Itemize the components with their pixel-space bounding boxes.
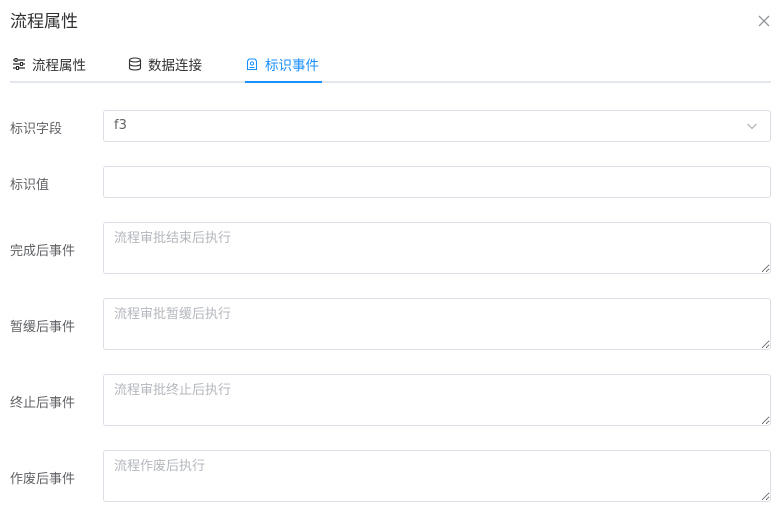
- tab-label: 数据连接: [148, 57, 202, 74]
- after-terminate-textarea[interactable]: [103, 374, 771, 426]
- after-void-textarea[interactable]: [103, 450, 771, 502]
- form-row-after-suspend: 暂缓后事件: [10, 298, 771, 350]
- form-row-flag-field: 标识字段 f3: [10, 110, 771, 142]
- chevron-down-icon: [747, 123, 757, 130]
- database-icon: [128, 56, 142, 71]
- form-row-after-complete: 完成后事件: [10, 222, 771, 274]
- flag-value-label: 标识值: [10, 178, 50, 193]
- tag-icon: [246, 57, 258, 70]
- flag-value-input[interactable]: [103, 166, 771, 198]
- tab-label: 标识事件: [265, 57, 319, 74]
- tab-label: 流程属性: [32, 57, 86, 74]
- form-row-after-terminate: 终止后事件: [10, 374, 771, 426]
- active-tab-indicator: [245, 81, 322, 83]
- form-row-flag-value: 标识值: [10, 166, 771, 198]
- flag-field-label: 标识字段: [10, 122, 63, 137]
- after-complete-textarea[interactable]: [103, 222, 771, 274]
- tab-process-properties[interactable]: 流程属性: [12, 46, 86, 81]
- form-row-after-void: 作废后事件: [10, 450, 771, 502]
- close-icon[interactable]: [757, 14, 771, 28]
- tab-data-connection[interactable]: 数据连接: [128, 46, 202, 81]
- flag-field-select[interactable]: f3: [103, 110, 771, 142]
- flag-field-value: f3: [114, 118, 127, 133]
- after-complete-label: 完成后事件: [10, 244, 76, 259]
- tab-bar: 流程属性 数据连接 标识事件: [10, 46, 771, 83]
- tab-flag-events[interactable]: 标识事件: [245, 46, 319, 81]
- after-terminate-label: 终止后事件: [10, 396, 76, 411]
- dialog-title: 流程属性: [10, 12, 78, 32]
- dialog-header: 流程属性: [10, 10, 773, 36]
- after-suspend-label: 暂缓后事件: [10, 320, 76, 335]
- after-suspend-textarea[interactable]: [103, 298, 771, 350]
- sliders-icon: [13, 57, 25, 70]
- after-void-label: 作废后事件: [10, 472, 76, 487]
